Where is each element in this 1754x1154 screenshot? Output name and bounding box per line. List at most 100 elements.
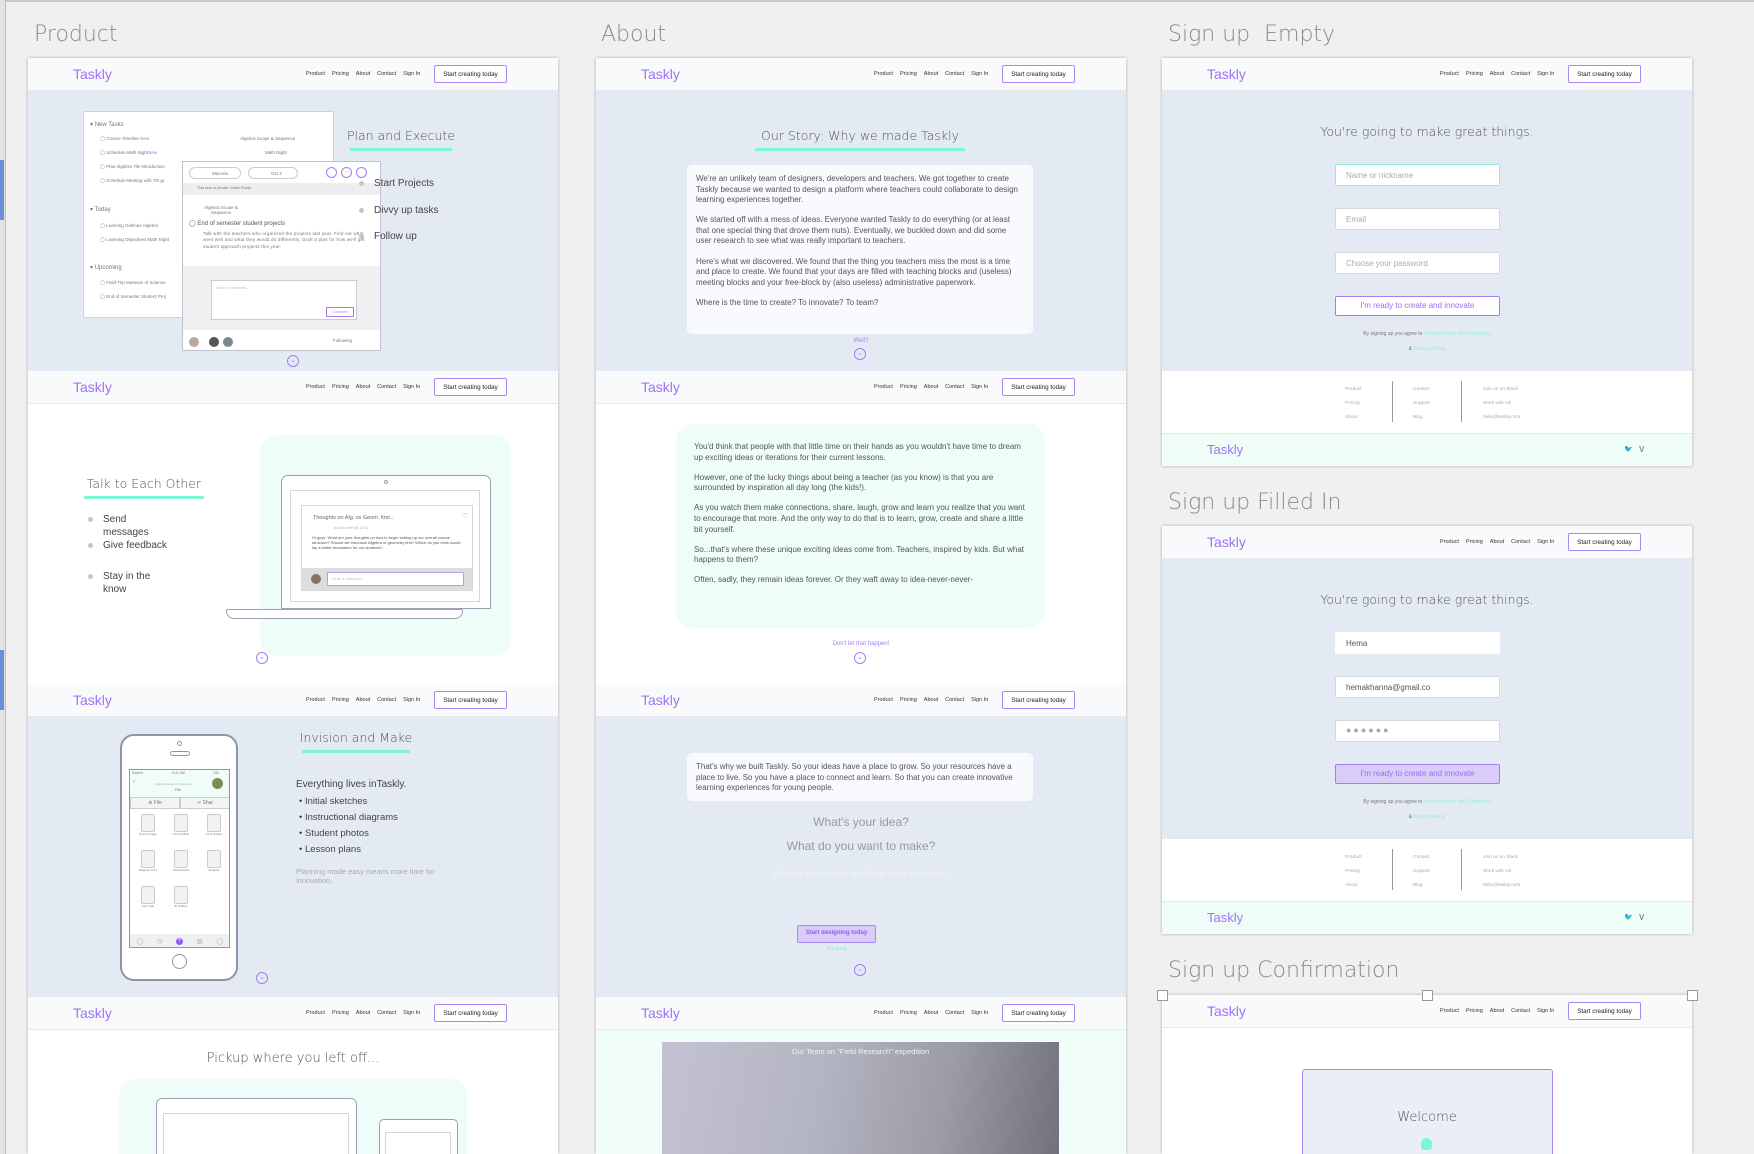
scroll-down-chevron-icon[interactable]: ⌄ <box>854 964 866 976</box>
share-tab[interactable]: ⋖ Shar <box>180 797 229 809</box>
nav-about[interactable]: About <box>356 1010 370 1016</box>
taskly-logo[interactable]: Taskly <box>641 692 680 708</box>
taskly-logo[interactable]: Taskly <box>1207 442 1243 457</box>
task-item[interactable]: ◯ Learning Objectives Math Night <box>100 237 169 243</box>
scroll-down-chevron-icon[interactable]: ⌄ <box>256 972 268 984</box>
more-icon[interactable]: ··· <box>341 167 352 178</box>
footer-link[interactable]: Product <box>1345 383 1362 397</box>
taskly-logo[interactable]: Taskly <box>1207 1003 1246 1019</box>
back-icon[interactable]: ‹ <box>133 779 135 785</box>
alarm-icon[interactable]: ◷ <box>157 938 162 945</box>
footer-link[interactable]: Pricing <box>1345 865 1362 879</box>
assignee-chip[interactable]: Marcela <box>189 167 241 179</box>
nav-pricing[interactable]: Pricing <box>900 1010 917 1016</box>
file-item[interactable]: Projects <box>202 850 226 872</box>
start-creating-button[interactable]: Start creating today <box>434 65 507 83</box>
taskly-logo[interactable]: Taskly <box>641 1005 680 1021</box>
nav-sign-in[interactable]: Sign In <box>1537 1008 1554 1014</box>
signup-empty-artboard[interactable]: Taskly Product Pricing About Contact Sig… <box>1162 58 1692 466</box>
add-icon[interactable]: + <box>176 937 184 945</box>
nav-contact[interactable]: Contact <box>1511 539 1530 545</box>
nav-pricing[interactable]: Pricing <box>1466 539 1483 545</box>
nav-pricing[interactable]: Pricing <box>900 697 917 703</box>
nav-about[interactable]: About <box>1490 539 1504 545</box>
taskly-logo[interactable]: Taskly <box>1207 66 1246 82</box>
nav-contact[interactable]: Contact <box>1511 71 1530 77</box>
selection-handle[interactable] <box>1687 990 1698 1001</box>
password-input[interactable]: Choose your password <box>1335 252 1500 274</box>
vimeo-icon[interactable]: V <box>1639 445 1644 454</box>
vimeo-icon[interactable]: V <box>1639 913 1644 922</box>
scroll-down-chevron-icon[interactable]: ⌄ <box>854 652 866 664</box>
taskly-logo[interactable]: Taskly <box>641 66 680 82</box>
nav-product[interactable]: Product <box>874 384 893 390</box>
nav-sign-in[interactable]: Sign In <box>403 384 420 390</box>
well-link[interactable]: Well? <box>596 338 1126 344</box>
file-item[interactable]: Diagram Ch 2 <box>136 850 160 872</box>
signup-submit-button[interactable]: I'm ready to create and innovate <box>1335 764 1500 784</box>
nav-about[interactable]: About <box>356 697 370 703</box>
nav-contact[interactable]: Contact <box>1511 1008 1530 1014</box>
start-creating-button[interactable]: Start creating today <box>1568 65 1641 83</box>
file-item[interactable]: Ch 2 Outline <box>169 814 193 836</box>
nav-pricing[interactable]: Pricing <box>900 71 917 77</box>
nav-contact[interactable]: Contact <box>377 71 396 77</box>
nav-sign-in[interactable]: Sign In <box>403 697 420 703</box>
artboard-label-signup-confirmation[interactable]: Sign up Confirmation <box>1168 958 1399 983</box>
taskly-logo[interactable]: Taskly <box>1207 910 1243 925</box>
footer-link[interactable]: About <box>1345 879 1362 893</box>
start-creating-button[interactable]: Start creating today <box>434 1004 507 1022</box>
footer-link[interactable]: Support <box>1413 397 1430 411</box>
nav-product[interactable]: Product <box>306 697 325 703</box>
footer-link[interactable]: Support <box>1413 865 1430 879</box>
dont-let-link[interactable]: Don't let that happen! <box>596 641 1126 647</box>
nav-product[interactable]: Product <box>874 71 893 77</box>
task-item[interactable]: ◯ Plan Algebra Tile Introduction <box>100 164 165 170</box>
nav-product[interactable]: Product <box>1440 71 1459 77</box>
signup-filled-artboard[interactable]: Taskly Product Pricing About Contact Sig… <box>1162 526 1692 934</box>
footer-link[interactable]: Blog <box>1413 879 1430 893</box>
nav-product[interactable]: Product <box>306 384 325 390</box>
taskly-logo[interactable]: Taskly <box>73 692 112 708</box>
artboard-label-signup-empty[interactable]: Sign up Empty <box>1168 22 1335 47</box>
footer-link[interactable]: Contact <box>1413 383 1430 397</box>
nav-product[interactable]: Product <box>874 1010 893 1016</box>
signup-confirmation-artboard[interactable]: Taskly Product Pricing About Contact Sig… <box>1162 995 1692 1154</box>
start-designing-button[interactable]: Start designing today <box>797 925 876 943</box>
start-creating-button[interactable]: Start creating today <box>1002 691 1075 709</box>
heart-icon[interactable]: ♡ <box>462 512 468 520</box>
name-input[interactable]: Hema <box>1335 632 1500 654</box>
nav-about[interactable]: About <box>356 71 370 77</box>
twitter-icon[interactable]: 🐦 <box>1624 913 1633 921</box>
nav-about[interactable]: About <box>356 384 370 390</box>
footer-link[interactable]: Join us on Slack <box>1483 383 1520 397</box>
start-creating-button[interactable]: Start creating today <box>434 378 507 396</box>
footer-link[interactable]: hello@taskly.com <box>1483 411 1520 425</box>
footer-link[interactable]: Blog <box>1413 411 1430 425</box>
attach-icon[interactable] <box>356 167 367 178</box>
task-item[interactable]: ◯ End of Semester Student Proj <box>100 294 166 300</box>
terms-link[interactable]: Taskly's Terms and Conditions <box>1424 799 1491 805</box>
nav-product[interactable]: Product <box>1440 1008 1459 1014</box>
footer-link[interactable]: Pricing <box>1345 397 1362 411</box>
task-item[interactable]: ◯ Schedule Math NightNew Math Night <box>100 150 287 156</box>
nav-product[interactable]: Product <box>874 697 893 703</box>
chat-icon[interactable]: ◯ <box>216 938 223 945</box>
nav-sign-in[interactable]: Sign In <box>971 71 988 77</box>
nav-pricing[interactable]: Pricing <box>332 697 349 703</box>
twitter-icon[interactable]: 🐦 <box>1624 445 1633 453</box>
name-input[interactable]: Name or nickname <box>1335 164 1500 186</box>
terms-link[interactable]: Taskly's Terms and Conditions <box>1424 331 1491 337</box>
footer-link[interactable]: Contact <box>1413 851 1430 865</box>
email-input[interactable]: hemakhanna@gmail.co <box>1335 676 1500 698</box>
about-artboard[interactable]: Taskly Product Pricing About Contact Sig… <box>596 58 1126 1154</box>
nav-sign-in[interactable]: Sign In <box>403 71 420 77</box>
footer-link[interactable]: Product <box>1345 851 1362 865</box>
task-item[interactable]: ◯ Schedule Meeting with 7th gr <box>100 178 164 184</box>
nav-sign-in[interactable]: Sign In <box>403 1010 420 1016</box>
task-item[interactable]: ◯ Field Trip Museum of Science <box>100 280 166 286</box>
due-date-chip[interactable]: Oct 4 <box>248 167 298 179</box>
footer-link[interactable]: hello@taskly.com <box>1483 879 1520 893</box>
nav-product[interactable]: Product <box>306 1010 325 1016</box>
nav-about[interactable]: About <box>924 71 938 77</box>
